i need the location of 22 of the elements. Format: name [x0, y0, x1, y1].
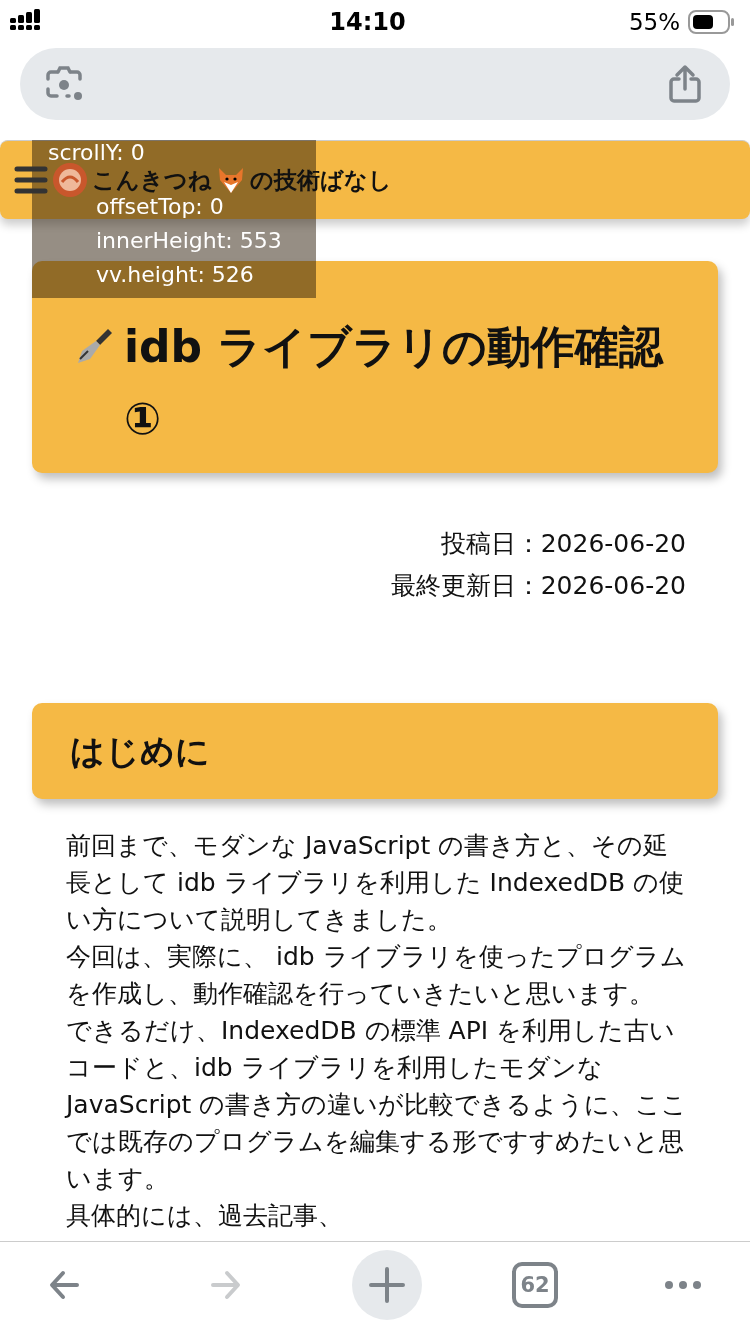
more-icon — [663, 1281, 703, 1289]
share-icon[interactable] — [668, 64, 702, 104]
debug-text: innerHeight: 553 — [96, 228, 282, 254]
tabs-button[interactable]: 62 — [512, 1262, 558, 1308]
battery-percent: 55% — [628, 9, 680, 35]
menu-icon[interactable] — [14, 165, 48, 195]
post-date: 投稿日：2026-06-20 — [439, 528, 686, 560]
fox-icon — [216, 166, 246, 194]
article-title: idb ライブラリの動作確認① — [124, 320, 665, 446]
body-paragraph: できるだけ、IndexedDB の標準 API を利用した古いコードと、idb ライブラリを利用したモダンな JavaScript の書き方の違いが比較できるように、ここでは既存のプログラムを編集する形ですすめたいと思います。 — [66, 1015, 689, 1195]
body-paragraph: 前回まで、モダンな JavaScript の書き方と、その延長として idb ライブラリを利用した IndexedDB の使い方について説明してきました。 — [66, 830, 686, 936]
status-time: 14:10 — [329, 8, 406, 36]
debug-text: vv.height: 526 — [96, 262, 254, 288]
battery-icon — [688, 10, 734, 34]
section-heading: はじめに — [70, 730, 211, 773]
post-date: 最終更新日：2026-06-20 — [389, 570, 686, 602]
debug-text: scrollY: 0 — [48, 140, 145, 166]
site-title[interactable]: こんきつね — [92, 168, 212, 192]
body-paragraph: 今回は、実際に、 idb ライブラリを使ったプログラムを作成し、動作確認を行っていきたいと思います。 — [66, 941, 687, 1010]
debug-text: offsetTop: 0 — [96, 194, 224, 220]
plus-icon — [367, 1265, 407, 1305]
body-paragraph: 具体的には、過去記事、 — [66, 1200, 344, 1232]
